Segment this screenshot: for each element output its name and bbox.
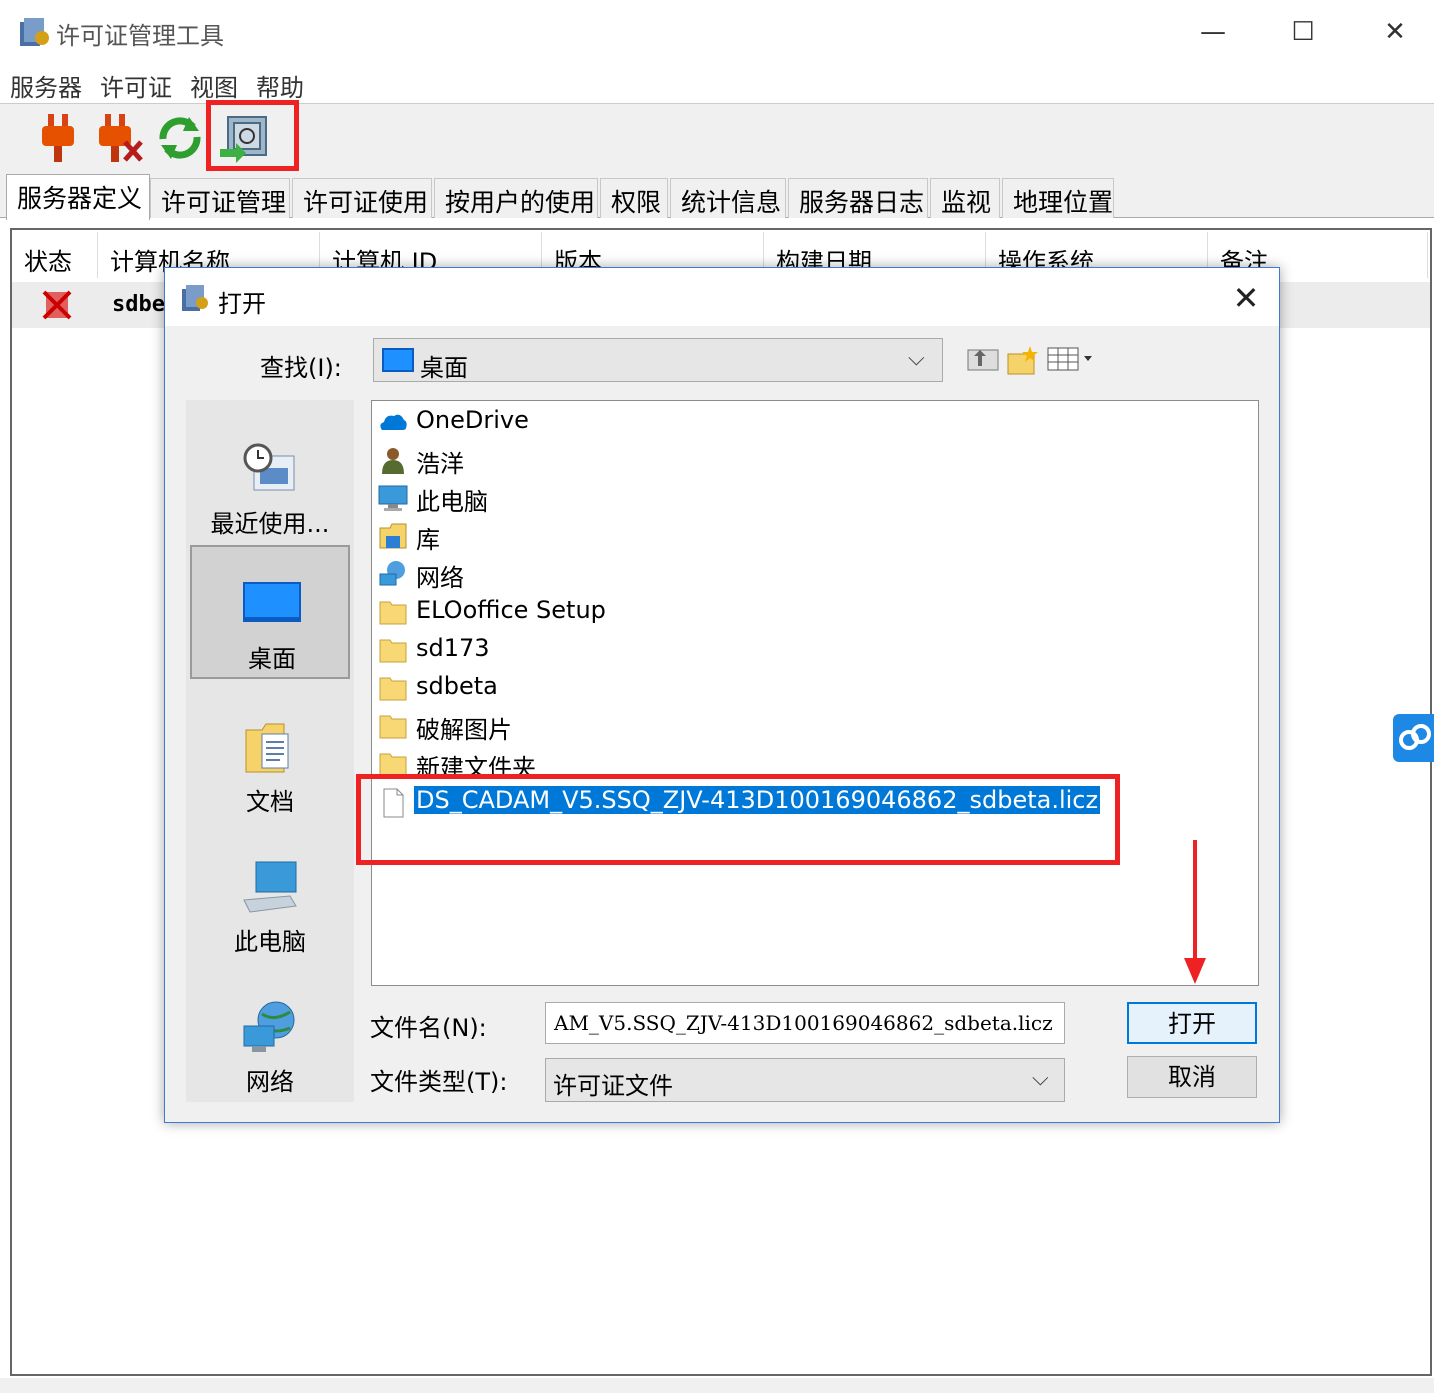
tab-statistics[interactable]: 统计信息 (670, 178, 786, 218)
tab-server-log[interactable]: 服务器日志 (788, 178, 928, 218)
library-icon (378, 522, 408, 550)
annotation-arrow (1182, 840, 1208, 986)
user-icon (378, 446, 408, 474)
cancel-button[interactable]: 取消 (1127, 1056, 1257, 1098)
close-window-button[interactable]: ✕ (1370, 12, 1420, 52)
tab-usage-by-user[interactable]: 按用户的使用 (434, 178, 598, 218)
menu-help[interactable]: 帮助 (256, 68, 304, 103)
place-desktop[interactable]: 桌面 (190, 545, 350, 679)
look-in-value: 桌面 (420, 354, 468, 382)
place-recent[interactable]: 最近使用... (190, 412, 350, 546)
filetype-value: 许可证文件 (553, 1072, 673, 1100)
place-this-pc[interactable]: 此电脑 (190, 830, 350, 964)
documents-icon (240, 720, 300, 773)
up-folder-icon[interactable] (966, 344, 1002, 376)
tab-geo-location[interactable]: 地理位置 (1002, 178, 1114, 218)
server-status-error-icon (40, 288, 74, 322)
onedrive-icon (378, 408, 408, 436)
list-item[interactable]: ELOoffice Setup (374, 592, 1254, 630)
list-item[interactable]: 网络 (374, 554, 1254, 592)
app-icon (18, 16, 52, 50)
dialog-title-bar (165, 268, 1279, 326)
list-item[interactable]: sdbeta (374, 668, 1254, 706)
dialog-app-icon (180, 283, 212, 315)
list-item[interactable]: 破解图片 (374, 706, 1254, 744)
list-item[interactable]: 此电脑 (374, 478, 1254, 516)
connect-plug-icon[interactable] (32, 110, 84, 166)
place-network[interactable]: 网络 (190, 970, 350, 1104)
open-button[interactable]: 打开 (1127, 1002, 1257, 1044)
menu-view[interactable]: 视图 (190, 68, 238, 103)
folder-icon (378, 712, 408, 740)
dialog-close-button[interactable]: ✕ (1222, 278, 1270, 318)
filename-input[interactable]: AM_V5.SSQ_ZJV-413D100169046862_sdbeta.li… (545, 1002, 1065, 1044)
desktop-icon (242, 577, 302, 629)
tab-server-definition[interactable]: 服务器定义 (6, 174, 150, 220)
computer-icon (378, 484, 408, 512)
chevron-down-icon[interactable]: ⌵ (908, 346, 925, 371)
tab-monitor[interactable]: 监视 (930, 178, 1000, 218)
side-link-icon[interactable] (1393, 714, 1434, 762)
filetype-label: 文件类型(T): (370, 1068, 508, 1096)
chevron-down-icon[interactable]: ⌵ (1032, 1066, 1049, 1091)
tab-permissions[interactable]: 权限 (600, 178, 668, 218)
window-title: 许可证管理工具 (56, 22, 224, 50)
status-bar (0, 1378, 1434, 1393)
network-icon (240, 1000, 300, 1052)
place-documents[interactable]: 文档 (190, 690, 350, 824)
folder-icon (378, 598, 408, 626)
refresh-icon[interactable] (154, 110, 206, 166)
column-status[interactable]: 状态 (12, 232, 98, 278)
folder-icon (378, 674, 408, 702)
filename-value: AM_V5.SSQ_ZJV-413D100169046862_sdbeta.li… (554, 1011, 1053, 1035)
menu-bar: 服务器 许可证 视图 帮助 (0, 64, 1434, 104)
list-item[interactable]: sd173 (374, 630, 1254, 668)
computer-name-cell: sdbe (112, 292, 165, 317)
list-item[interactable]: 库 (374, 516, 1254, 554)
annotation-box-file (356, 774, 1120, 865)
menu-license[interactable]: 许可证 (100, 68, 172, 103)
maximize-button[interactable]: ☐ (1278, 12, 1328, 52)
new-folder-icon[interactable] (1006, 344, 1042, 376)
annotation-box-toolbar (206, 100, 299, 171)
dialog-title: 打开 (218, 290, 266, 318)
look-in-label: 查找(I): (260, 354, 342, 382)
filename-label: 文件名(N): (370, 1014, 487, 1042)
desktop-icon (382, 348, 414, 372)
view-menu-icon[interactable] (1046, 344, 1096, 376)
minimize-button[interactable]: — (1188, 12, 1238, 52)
disconnect-plug-icon[interactable] (94, 110, 146, 166)
tab-license-management[interactable]: 许可证管理 (150, 178, 290, 218)
tab-license-usage[interactable]: 许可证使用 (292, 178, 432, 218)
recent-icon (240, 442, 300, 494)
network-icon (378, 560, 408, 588)
computer-icon (240, 860, 300, 913)
menu-server[interactable]: 服务器 (10, 68, 82, 103)
folder-icon (378, 636, 408, 664)
list-item[interactable]: 浩洋 (374, 440, 1254, 478)
list-item[interactable]: OneDrive (374, 402, 1254, 440)
